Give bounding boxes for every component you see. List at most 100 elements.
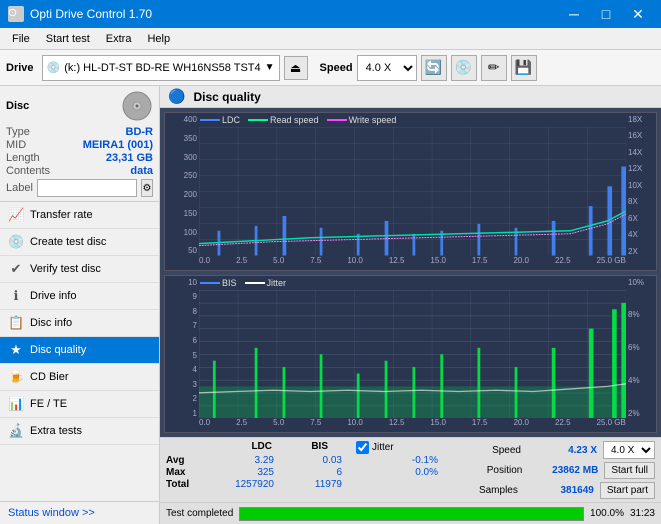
top-chart-x-axis: 0.0 2.5 5.0 7.5 10.0 12.5 15.0 17.5 20.0… — [199, 256, 626, 270]
transfer-rate-icon: 📈 — [8, 207, 24, 223]
ldc-header: LDC — [214, 441, 272, 454]
total-ldc: 1257920 — [214, 479, 274, 490]
samples-value: 381649 — [524, 485, 594, 496]
legend-writespeed: Write speed — [327, 115, 397, 125]
minimize-button[interactable]: ─ — [559, 4, 589, 24]
stats-right: Speed 4.23 X 4.0 X 2.0 X MAX Position 23… — [479, 441, 655, 499]
sidebar-item-disc-quality[interactable]: ★ Disc quality — [0, 337, 159, 364]
bottom-chart-svg — [199, 290, 626, 419]
total-bis: 11979 — [282, 479, 342, 490]
sidebar-item-fe-te[interactable]: 📊 FE / TE — [0, 391, 159, 418]
chart-header: 🔵 Disc quality — [160, 86, 661, 108]
position-value: 23862 MB — [528, 465, 598, 476]
refresh-button[interactable]: 🔄 — [421, 55, 447, 81]
status-window-button[interactable]: Status window >> — [0, 501, 159, 524]
legend-bis-label: BIS — [222, 278, 237, 288]
fe-te-label: FE / TE — [30, 398, 67, 410]
disc-quality-icon: ★ — [8, 342, 24, 358]
stats-header-row: LDC BIS Jitter — [166, 441, 473, 454]
extra-tests-icon: 🔬 — [8, 423, 24, 439]
jitter-checkbox[interactable] — [356, 441, 369, 454]
disc-length-row: Length 23,31 GB — [6, 152, 153, 164]
bottom-chart: BIS Jitter 10 9 8 7 6 5 4 3 — [164, 275, 657, 434]
legend-ldc-label: LDC — [222, 115, 240, 125]
disc-label-input[interactable] — [37, 179, 137, 197]
sidebar-item-create-test-disc[interactable]: 💿 Create test disc — [0, 229, 159, 256]
avg-bis: 0.03 — [282, 455, 342, 466]
close-button[interactable]: ✕ — [623, 4, 653, 24]
maximize-button[interactable]: □ — [591, 4, 621, 24]
menubar: File Start test Extra Help — [0, 28, 661, 50]
app-title: Opti Drive Control 1.70 — [30, 7, 559, 21]
legend-ldc: LDC — [200, 115, 240, 125]
disc-length-label: Length — [6, 152, 40, 164]
disc-type-row: Type BD-R — [6, 126, 153, 138]
legend-writespeed-label: Write speed — [349, 115, 397, 125]
max-ldc: 325 — [214, 467, 274, 478]
jitter-checkbox-group: Jitter — [356, 441, 394, 454]
disc-button[interactable]: 💿 — [451, 55, 477, 81]
disc-info-label: Disc info — [30, 317, 72, 329]
sidebar-item-verify-test-disc[interactable]: ✔ Verify test disc — [0, 256, 159, 283]
drive-selector[interactable]: 💿 (k:) HL-DT-ST BD-RE WH16NS58 TST4 ▼ — [42, 55, 280, 81]
disc-label-edit-button[interactable]: ⚙ — [141, 179, 153, 197]
start-full-button[interactable]: Start full — [604, 462, 655, 479]
main-area: Disc Type BD-R MID MEIRA1 (001) Length 2… — [0, 86, 661, 524]
avg-jitter: -0.1% — [378, 455, 438, 466]
progress-bar-inner — [240, 508, 583, 520]
verify-test-disc-label: Verify test disc — [30, 263, 101, 275]
speed-row: Speed 4.23 X 4.0 X 2.0 X MAX — [492, 441, 655, 459]
disc-length-value: 23,31 GB — [106, 152, 153, 164]
menu-file[interactable]: File — [4, 31, 38, 47]
sidebar-item-extra-tests[interactable]: 🔬 Extra tests — [0, 418, 159, 445]
app-icon: ⊙ — [8, 6, 24, 22]
disc-panel: Disc Type BD-R MID MEIRA1 (001) Length 2… — [0, 86, 159, 202]
bis-header: BIS — [280, 441, 328, 454]
drive-value: (k:) HL-DT-ST BD-RE WH16NS58 TST4 — [64, 62, 260, 74]
sidebar-item-transfer-rate[interactable]: 📈 Transfer rate — [0, 202, 159, 229]
disc-label-row: Label ⚙ — [6, 179, 153, 197]
menu-extra[interactable]: Extra — [98, 31, 140, 47]
sidebar-item-cd-bier[interactable]: 🍺 CD Bier — [0, 364, 159, 391]
transfer-rate-label: Transfer rate — [30, 209, 93, 221]
drive-info-label: Drive info — [30, 290, 76, 302]
start-part-button[interactable]: Start part — [600, 482, 655, 499]
sidebar-item-disc-info[interactable]: 📋 Disc info — [0, 310, 159, 337]
disc-contents-label: Contents — [6, 165, 50, 177]
menu-starttest[interactable]: Start test — [38, 31, 98, 47]
edit-button[interactable]: ✏ — [481, 55, 507, 81]
disc-type-value: BD-R — [126, 126, 154, 138]
chart-title-icon: 🔵 — [168, 88, 185, 105]
bottom-chart-y-axis: 10 9 8 7 6 5 4 3 2 1 — [165, 276, 199, 433]
top-chart: LDC Read speed Write speed 400 350 30 — [164, 112, 657, 271]
bottom-chart-x-axis: 0.0 2.5 5.0 7.5 10.0 12.5 15.0 17.5 20.0… — [199, 418, 626, 432]
legend-readspeed: Read speed — [248, 115, 319, 125]
stats-max-row: Max 325 6 0.0% — [166, 467, 473, 478]
sidebar: Disc Type BD-R MID MEIRA1 (001) Length 2… — [0, 86, 160, 524]
samples-label: Samples — [479, 485, 518, 496]
progress-bar-outer — [239, 507, 584, 521]
legend-jitter: Jitter — [245, 278, 287, 288]
stats-bar: LDC BIS Jitter Avg 3.29 0.03 -0.1% — [160, 437, 661, 502]
content-area: 🔵 Disc quality LDC Read speed — [160, 86, 661, 524]
speed-select[interactable]: 4.0 X 2.0 X MAX — [357, 55, 417, 81]
window-controls: ─ □ ✕ — [559, 4, 653, 24]
disc-image-icon — [121, 90, 153, 122]
position-row: Position 23862 MB Start full — [487, 462, 655, 479]
extra-tests-label: Extra tests — [30, 425, 82, 437]
eject-button[interactable]: ⏏ — [284, 56, 308, 80]
progress-time: 31:23 — [630, 508, 655, 519]
disc-section-label: Disc — [6, 100, 29, 112]
status-text: Test completed — [166, 508, 233, 519]
fe-te-icon: 📊 — [8, 396, 24, 412]
legend-bis: BIS — [200, 278, 237, 288]
save-button[interactable]: 💾 — [511, 55, 537, 81]
sidebar-item-drive-info[interactable]: ℹ Drive info — [0, 283, 159, 310]
stats-speed-select[interactable]: 4.0 X 2.0 X MAX — [603, 441, 655, 459]
max-bis: 6 — [282, 467, 342, 478]
disc-type-label: Type — [6, 126, 30, 138]
position-label: Position — [487, 465, 523, 476]
stats-table: LDC BIS Jitter Avg 3.29 0.03 -0.1% — [166, 441, 473, 491]
top-chart-y-axis-right: 18X 16X 14X 12X 10X 8X 6X 4X 2X — [626, 113, 656, 270]
menu-help[interactable]: Help — [139, 31, 178, 47]
